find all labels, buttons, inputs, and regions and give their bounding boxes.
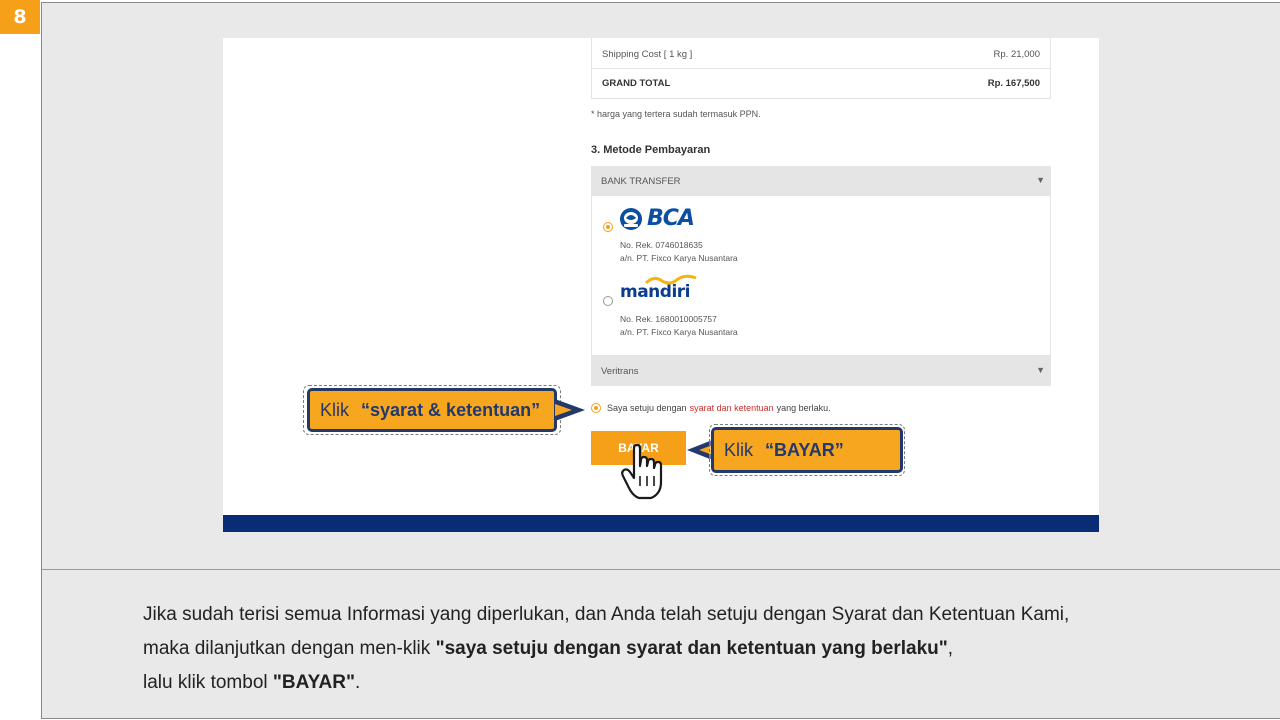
summary-divider [592, 68, 1050, 69]
agreement-prefix: Saya setuju dengan [607, 403, 687, 413]
order-summary-table: Shipping Cost [ 1 kg ] Rp. 21,000 GRAND … [591, 38, 1051, 99]
step-number-badge: 8 [0, 0, 40, 34]
terms-agree-radio[interactable] [591, 403, 601, 413]
bca-logo-text: BCA [647, 206, 695, 231]
terms-callout: Klik “syarat & ketentuan” [307, 388, 557, 432]
grand-total-row: GRAND TOTAL Rp. 167,500 [602, 78, 1040, 89]
terms-agreement: Saya setuju dengan syarat dan ketentuan … [591, 403, 831, 413]
instruction-line-2: maka dilanjutkan dengan men-klik "saya s… [143, 632, 1069, 666]
mandiri-account: No. Rek. 1680010005757 [620, 314, 717, 324]
grand-total-value: Rp. 167,500 [987, 78, 1040, 89]
bca-details: No. Rek. 0746018635 a/n. PT. Fixco Karya… [620, 239, 738, 265]
checkout-page-screenshot: Shipping Cost [ 1 kg ] Rp. 21,000 GRAND … [223, 38, 1099, 532]
veritrans-label: Veritrans [601, 365, 639, 377]
mandiri-holder: a/n. PT. Fixco Karya Nusantara [620, 327, 738, 337]
terms-callout-target: “syarat & ketentuan” [361, 399, 541, 420]
hand-pointer-icon [621, 444, 663, 500]
payment-section-title: 3. Metode Pembayaran [591, 144, 711, 156]
mandiri-wave-icon [644, 274, 697, 285]
instruction-line-2-bold: "saya setuju dengan syarat dan ketentuan… [435, 638, 948, 659]
bca-logo: BCA [619, 206, 695, 231]
site-footer-bar [223, 515, 1099, 532]
mandiri-radio[interactable] [603, 296, 613, 306]
mandiri-logo: mandiri [620, 274, 697, 302]
terms-link[interactable]: syarat dan ketentuan [690, 403, 774, 413]
instructions-text: Jika sudah terisi semua Informasi yang d… [143, 598, 1069, 700]
bank-transfer-dropdown[interactable]: BANK TRANSFER ▼ [591, 166, 1051, 196]
shipping-label: Shipping Cost [ 1 kg ] [602, 49, 693, 60]
tutorial-frame: Shipping Cost [ 1 kg ] Rp. 21,000 GRAND … [41, 2, 1280, 719]
caret-down-icon: ▼ [1036, 175, 1045, 185]
instruction-line-2-suffix: , [947, 638, 954, 659]
instruction-line-3: lalu klik tombol "BAYAR". [143, 666, 1069, 700]
bank-transfer-label: BANK TRANSFER [601, 175, 681, 187]
agreement-suffix: yang berlaku. [776, 403, 831, 413]
shipping-value: Rp. 21,000 [993, 49, 1040, 60]
bca-radio[interactable] [603, 222, 613, 232]
instruction-line-1: Jika sudah terisi semua Informasi yang d… [143, 604, 1070, 625]
bca-emblem-icon [620, 207, 642, 230]
screenshot-area: Shipping Cost [ 1 kg ] Rp. 21,000 GRAND … [42, 3, 1280, 570]
grand-total-label: GRAND TOTAL [602, 78, 671, 89]
mandiri-details: No. Rek. 1680010005757 a/n. PT. Fixco Ka… [620, 313, 738, 339]
veritrans-dropdown[interactable]: Veritrans ▼ [591, 356, 1051, 386]
shipping-row: Shipping Cost [ 1 kg ] Rp. 21,000 [602, 49, 1040, 60]
bca-account: No. Rek. 0746018635 [620, 240, 703, 250]
instruction-line-3-bold: "BAYAR" [272, 672, 355, 693]
instruction-line-2-prefix: maka dilanjutkan dengan men-klik [143, 638, 436, 659]
pay-callout: Klik “BAYAR” [711, 427, 903, 473]
instruction-line-3-suffix: . [354, 672, 361, 693]
pay-callout-klik: Klik [724, 439, 754, 460]
bank-options-panel: BCA No. Rek. 0746018635 a/n. PT. Fixco K… [591, 196, 1051, 356]
bca-holder: a/n. PT. Fixco Karya Nusantara [620, 253, 738, 263]
ppn-note: * harga yang tertera sudah termasuk PPN. [591, 109, 761, 119]
caret-down-icon: ▼ [1036, 365, 1045, 375]
pay-callout-target: “BAYAR” [765, 439, 844, 460]
instruction-line-3-prefix: lalu klik tombol [143, 672, 273, 693]
terms-callout-klik: Klik [320, 399, 350, 420]
callout-arrow-right-icon [555, 399, 585, 421]
